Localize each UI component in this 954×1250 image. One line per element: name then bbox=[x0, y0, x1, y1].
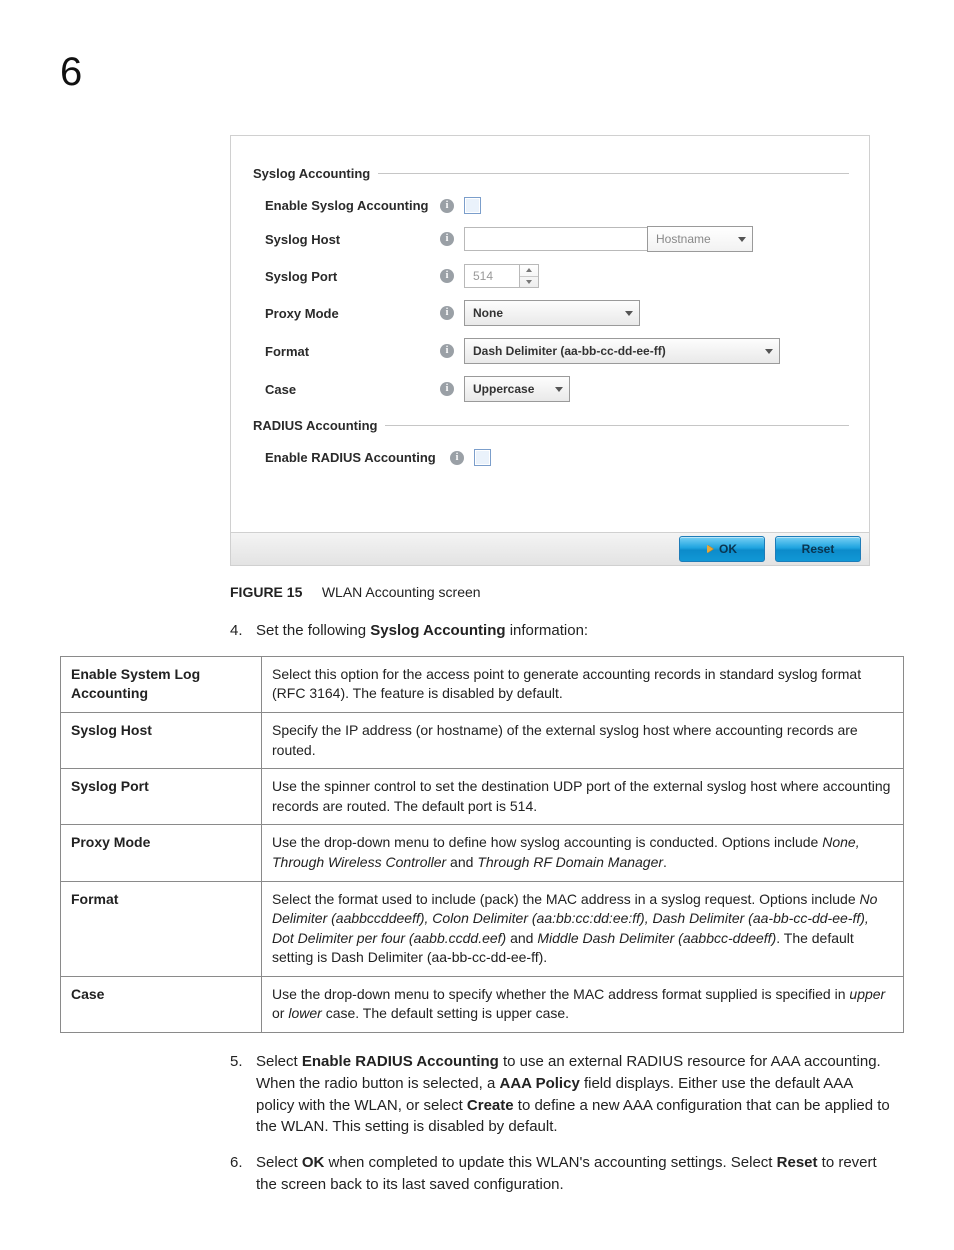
reset-button[interactable]: Reset bbox=[775, 536, 861, 562]
chevron-down-icon bbox=[555, 387, 563, 392]
syslog-host-label: Syslog Host bbox=[251, 232, 440, 247]
chevron-up-icon bbox=[526, 268, 532, 272]
field-desc-cell: Select this option for the access point … bbox=[262, 656, 904, 712]
radius-accounting-group: RADIUS Accounting Enable RADIUS Accounti… bbox=[251, 418, 849, 472]
proxy-mode-select[interactable]: None bbox=[464, 300, 640, 326]
figure-title: WLAN Accounting screen bbox=[322, 584, 481, 600]
spinner-down[interactable] bbox=[520, 277, 538, 288]
figure-number: FIGURE 15 bbox=[230, 584, 302, 600]
syslog-host-type-value: Hostname bbox=[656, 232, 711, 246]
field-desc-cell: Use the drop-down menu to specify whethe… bbox=[262, 976, 904, 1032]
field-desc-cell: Use the drop-down menu to define how sys… bbox=[262, 825, 904, 881]
step-4: 4. Set the following Syslog Accounting i… bbox=[230, 620, 894, 642]
step-number: 4. bbox=[230, 620, 256, 642]
syslog-port-label: Syslog Port bbox=[251, 269, 440, 284]
step-6: 6. Select OK when completed to update th… bbox=[230, 1152, 894, 1196]
field-name-cell: Proxy Mode bbox=[61, 825, 262, 881]
enable-syslog-label: Enable Syslog Accounting bbox=[251, 198, 440, 213]
chevron-down-icon bbox=[738, 237, 746, 242]
case-value: Uppercase bbox=[473, 382, 534, 396]
format-select[interactable]: Dash Delimiter (aa-bb-cc-dd-ee-ff) bbox=[464, 338, 780, 364]
case-label: Case bbox=[251, 382, 440, 397]
syslog-port-value[interactable]: 514 bbox=[464, 264, 519, 288]
step-number: 6. bbox=[230, 1152, 256, 1196]
chevron-down-icon bbox=[765, 349, 773, 354]
accounting-panel: Syslog Accounting Enable Syslog Accounti… bbox=[230, 135, 870, 566]
table-row: CaseUse the drop-down menu to specify wh… bbox=[61, 976, 904, 1032]
chapter-number: 6 bbox=[60, 50, 894, 95]
play-icon bbox=[707, 545, 713, 553]
radius-legend: RADIUS Accounting bbox=[251, 418, 385, 433]
info-icon[interactable]: i bbox=[440, 382, 454, 396]
table-row: Proxy ModeUse the drop-down menu to defi… bbox=[61, 825, 904, 881]
field-name-cell: Format bbox=[61, 881, 262, 976]
proxy-mode-label: Proxy Mode bbox=[251, 306, 440, 321]
button-bar: OK Reset bbox=[231, 532, 869, 565]
syslog-legend: Syslog Accounting bbox=[251, 166, 378, 181]
syslog-host-type-select[interactable]: Hostname bbox=[647, 226, 753, 252]
syslog-accounting-group: Syslog Accounting Enable Syslog Accounti… bbox=[251, 166, 849, 408]
field-desc-cell: Use the spinner control to set the desti… bbox=[262, 769, 904, 825]
spinner-up[interactable] bbox=[520, 265, 538, 277]
table-row: Syslog HostSpecify the IP address (or ho… bbox=[61, 712, 904, 768]
field-name-cell: Syslog Port bbox=[61, 769, 262, 825]
step-5: 5. Select Enable RADIUS Accounting to us… bbox=[230, 1051, 894, 1138]
field-name-cell: Case bbox=[61, 976, 262, 1032]
field-name-cell: Syslog Host bbox=[61, 712, 262, 768]
format-label: Format bbox=[251, 344, 440, 359]
reset-button-label: Reset bbox=[802, 542, 835, 556]
step-body: Select OK when completed to update this … bbox=[256, 1152, 894, 1196]
step-text: Set the following bbox=[256, 622, 370, 639]
syslog-host-input[interactable] bbox=[464, 227, 648, 251]
table-row: Enable System Log AccountingSelect this … bbox=[61, 656, 904, 712]
ok-button[interactable]: OK bbox=[679, 536, 765, 562]
field-name-cell: Enable System Log Accounting bbox=[61, 656, 262, 712]
field-desc-cell: Specify the IP address (or hostname) of … bbox=[262, 712, 904, 768]
enable-syslog-checkbox[interactable] bbox=[464, 197, 481, 214]
table-row: FormatSelect the format used to include … bbox=[61, 881, 904, 976]
info-icon[interactable]: i bbox=[440, 232, 454, 246]
chevron-down-icon bbox=[625, 311, 633, 316]
info-icon[interactable]: i bbox=[450, 451, 464, 465]
table-row: Syslog PortUse the spinner control to se… bbox=[61, 769, 904, 825]
ok-button-label: OK bbox=[719, 542, 737, 556]
field-description-table: Enable System Log AccountingSelect this … bbox=[60, 656, 904, 1033]
step-tail: information: bbox=[506, 622, 589, 639]
info-icon[interactable]: i bbox=[440, 269, 454, 283]
case-select[interactable]: Uppercase bbox=[464, 376, 570, 402]
syslog-port-spinner[interactable]: 514 bbox=[464, 264, 539, 288]
enable-radius-label: Enable RADIUS Accounting bbox=[251, 450, 450, 465]
info-icon[interactable]: i bbox=[440, 199, 454, 213]
info-icon[interactable]: i bbox=[440, 306, 454, 320]
chevron-down-icon bbox=[526, 280, 532, 284]
proxy-mode-value: None bbox=[473, 306, 503, 320]
field-desc-cell: Select the format used to include (pack)… bbox=[262, 881, 904, 976]
format-value: Dash Delimiter (aa-bb-cc-dd-ee-ff) bbox=[473, 344, 666, 358]
step-number: 5. bbox=[230, 1051, 256, 1138]
info-icon[interactable]: i bbox=[440, 344, 454, 358]
enable-radius-checkbox[interactable] bbox=[474, 449, 491, 466]
figure-caption: FIGURE 15 WLAN Accounting screen bbox=[230, 584, 894, 600]
step-body: Select Enable RADIUS Accounting to use a… bbox=[256, 1051, 894, 1138]
step-bold: Syslog Accounting bbox=[370, 622, 505, 639]
